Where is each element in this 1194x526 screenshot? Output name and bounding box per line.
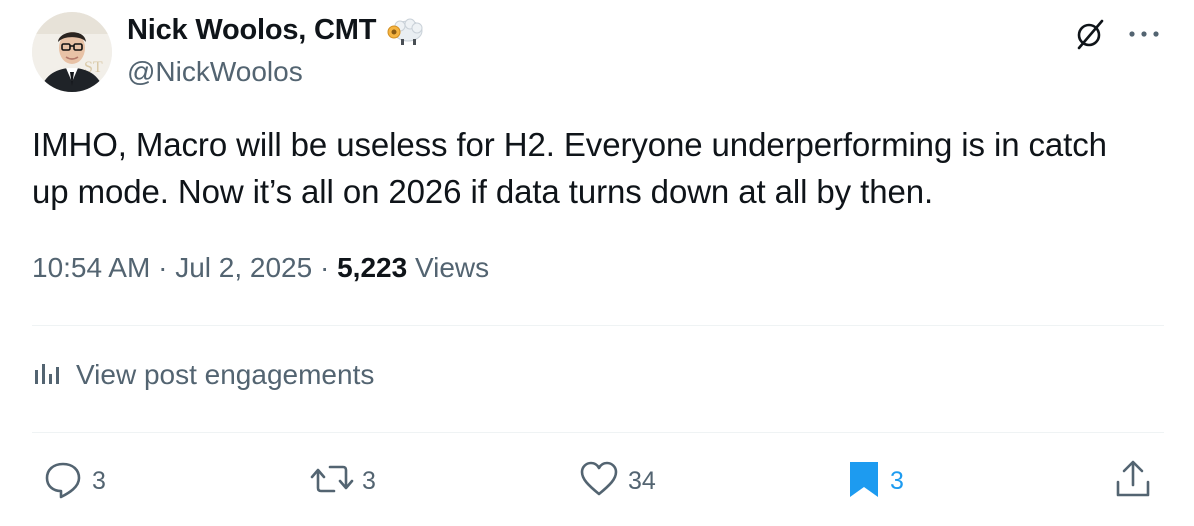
tweet-meta: 10:54 AM · Jul 2, 2025 · 5,223 Views [32, 252, 489, 284]
avatar[interactable]: ST [32, 12, 112, 92]
view-engagements-button[interactable]: View post engagements [32, 358, 374, 391]
meta-separator: · [312, 252, 338, 283]
tweet-time[interactable]: 10:54 AM [32, 252, 150, 283]
divider [32, 432, 1164, 433]
bar-chart-icon [32, 358, 62, 391]
views-label: Views [407, 252, 490, 283]
bookmark-count: 3 [890, 467, 904, 495]
author-name-row: Nick Woolos, CMT [127, 14, 424, 47]
sheep-icon [386, 16, 424, 46]
more-horizontal-icon[interactable] [1126, 22, 1162, 46]
heart-icon [578, 458, 620, 505]
repost-button[interactable]: 3 [310, 458, 376, 505]
view-engagements-label: View post engagements [76, 358, 375, 390]
tweet-date[interactable]: Jul 2, 2025 [175, 252, 312, 283]
meta-separator: · [150, 252, 176, 283]
share-button[interactable] [1112, 458, 1154, 505]
like-count: 34 [628, 467, 656, 495]
bookmark-icon [846, 458, 882, 505]
reply-count: 3 [92, 467, 106, 495]
author-handle[interactable]: @NickWoolos [127, 56, 303, 88]
share-icon [1112, 458, 1154, 505]
avatar-image: ST [32, 12, 112, 92]
repost-icon [310, 458, 354, 505]
repost-count: 3 [362, 467, 376, 495]
bookmark-button[interactable]: 3 [846, 458, 904, 505]
grok-icon[interactable] [1072, 16, 1108, 52]
author-display-name[interactable]: Nick Woolos, CMT [127, 14, 376, 47]
tweet-text: IMHO, Macro will be useless for H2. Ever… [32, 126, 1107, 210]
like-button[interactable]: 34 [578, 458, 656, 505]
divider [32, 325, 1164, 326]
views-count: 5,223 [337, 252, 408, 283]
reply-icon [42, 458, 84, 505]
reply-button[interactable]: 3 [42, 458, 106, 505]
